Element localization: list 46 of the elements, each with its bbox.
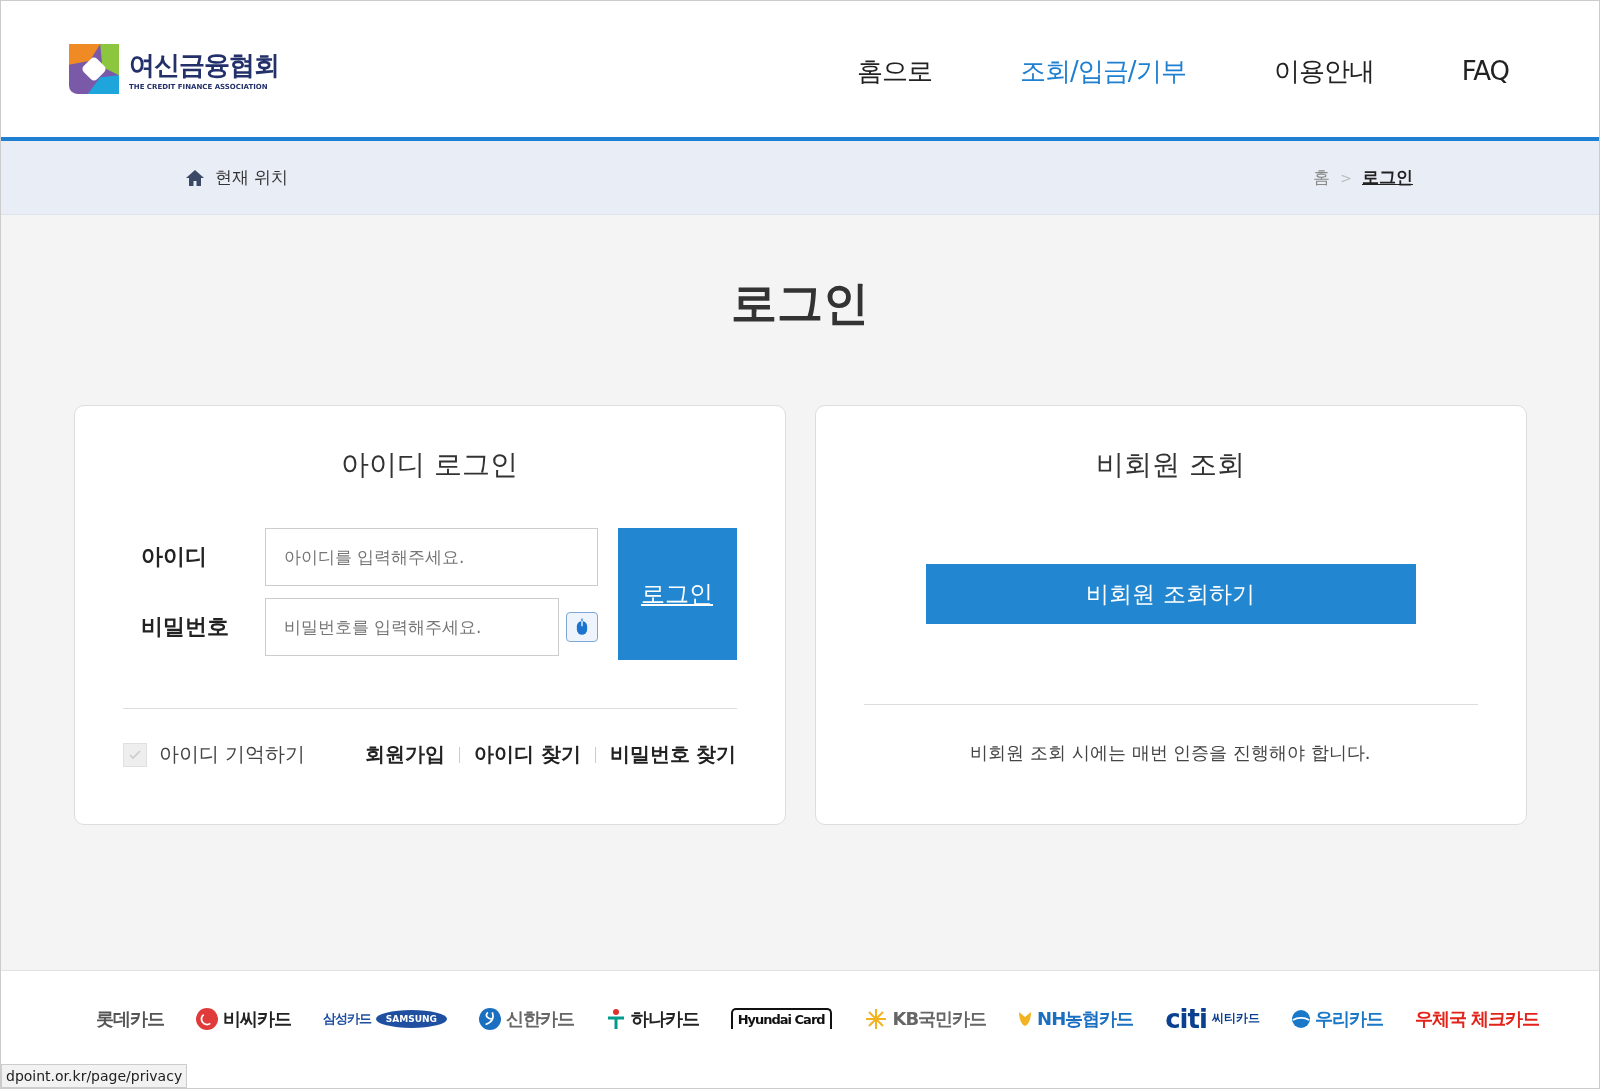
check-icon: [128, 749, 141, 760]
card-brand[interactable]: 우리카드: [1314, 1006, 1383, 1031]
id-input[interactable]: 아이디를 입력해주세요.: [264, 528, 598, 586]
logo-title: 여신금융협회: [129, 48, 279, 82]
breadcrumb-separator: >: [1340, 169, 1352, 186]
nav-tab[interactable]: 홈으로: [857, 1, 933, 141]
circle-logo-icon: [195, 1007, 218, 1030]
guest-note: 비회원 조회 시에는 매번 인증을 진행해야 합니다.: [970, 741, 1371, 765]
account-link[interactable]: 아이디 찾기: [473, 741, 581, 768]
status-url: dpoint.or.kr/page/privacy: [1, 1064, 188, 1088]
card-title: 비회원 조회: [1096, 447, 1245, 483]
star-icon: [863, 1008, 888, 1029]
card-brand[interactable]: 우체국 체크카드: [1414, 1006, 1539, 1031]
card-brand[interactable]: 하나카드: [630, 1006, 699, 1031]
card-brand[interactable]: citi: [1165, 1003, 1207, 1034]
location-label: 현재 위치: [215, 166, 289, 189]
breadcrumb-link[interactable]: 로그인: [1362, 166, 1413, 189]
card-brand[interactable]: 삼성카드: [322, 1009, 371, 1028]
mouse-icon[interactable]: [565, 612, 598, 642]
field-label: 아이디: [140, 543, 208, 571]
globe-icon: [478, 1007, 501, 1030]
account-link[interactable]: 비밀번호 찾기: [609, 741, 737, 768]
account-link[interactable]: 회원가입: [364, 741, 445, 768]
nav-tab[interactable]: 이용안내: [1273, 1, 1374, 141]
card-brand[interactable]: 비씨카드: [222, 1006, 291, 1031]
card-brand[interactable]: 롯데카드: [96, 1006, 164, 1031]
card-brand[interactable]: Hyundai Card: [730, 1008, 832, 1029]
brand-subtitle: 씨티카드: [1211, 1010, 1260, 1027]
sphere-icon: [1291, 1009, 1310, 1028]
emblem-icon: [1018, 1010, 1033, 1027]
card-brand[interactable]: KB국민카드: [892, 1006, 987, 1031]
guest-lookup-button[interactable]: 비회원 조회하기: [925, 564, 1416, 624]
page-title: 로그인: [731, 275, 869, 332]
card-title: 아이디 로그인: [341, 447, 518, 483]
card-brand[interactable]: NH농협카드: [1037, 1006, 1134, 1031]
remember-checkbox[interactable]: [122, 742, 147, 767]
brand-badge: SAMSUNG: [375, 1009, 447, 1028]
nav-tab[interactable]: FAQ: [1461, 1, 1509, 141]
card-brand[interactable]: 신한카드: [505, 1006, 574, 1031]
home-icon: [185, 168, 205, 187]
figure-icon: [605, 1007, 626, 1030]
remember-label: 아이디 기억하기: [158, 741, 305, 768]
password-input[interactable]: 비밀번호를 입력해주세요.: [264, 598, 559, 656]
logo-icon: [69, 44, 119, 94]
login-button[interactable]: 로그인: [617, 528, 737, 660]
field-label: 비밀번호: [140, 613, 230, 641]
